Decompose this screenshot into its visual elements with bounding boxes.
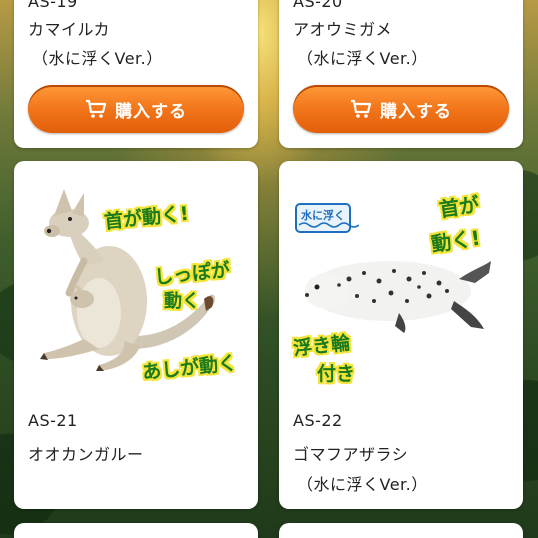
cart-icon — [86, 99, 107, 118]
wave-icon — [299, 222, 359, 228]
product-code: AS-19 — [28, 0, 78, 11]
feature-sticker-included: 付き — [317, 363, 356, 385]
product-card-as21[interactable]: 首が動く! しっぽが 動く あしが動く AS-21 オオカンガルー — [14, 161, 258, 509]
cart-icon — [351, 99, 372, 118]
product-card-as20[interactable]: AS-20 アオウミガメ （水に浮くVer.） 購入する — [279, 0, 523, 148]
product-name: ゴマフアザラシ — [293, 445, 409, 464]
buy-button[interactable]: 購入する — [28, 85, 244, 133]
product-image-kangaroo: 首が動く! しっぽが 動く あしが動く — [14, 161, 258, 391]
product-name: アオウミガメ — [293, 20, 393, 39]
product-card-next-right[interactable] — [279, 523, 523, 538]
product-code: AS-21 — [28, 411, 78, 430]
feature-sticker-neck: 首が — [437, 192, 481, 222]
product-variant: （水に浮くVer.） — [297, 49, 428, 68]
product-variant: （水に浮くVer.） — [32, 49, 163, 68]
feature-sticker-tail-moves: 動く — [164, 291, 200, 312]
buy-button-label: 購入する — [115, 101, 187, 122]
product-image-seal: 水に浮く 首が 動く! 浮き輪 付き — [279, 161, 523, 391]
product-code: AS-20 — [293, 0, 343, 11]
product-name: オオカンガルー — [28, 445, 144, 464]
buy-button[interactable]: 購入する — [293, 85, 509, 133]
product-variant: （水に浮くVer.） — [297, 475, 428, 494]
product-code: AS-22 — [293, 411, 343, 430]
buy-button-label: 購入する — [380, 101, 452, 122]
product-card-as19[interactable]: AS-19 カマイルカ （水に浮くVer.） 購入する — [14, 0, 258, 148]
product-card-as22[interactable]: 水に浮く 首が 動く! 浮き輪 付き AS-22 ゴマフアザラシ （水に浮くVe — [279, 161, 523, 509]
product-card-next-left[interactable] — [14, 523, 258, 538]
product-name: カマイルカ — [28, 20, 111, 39]
